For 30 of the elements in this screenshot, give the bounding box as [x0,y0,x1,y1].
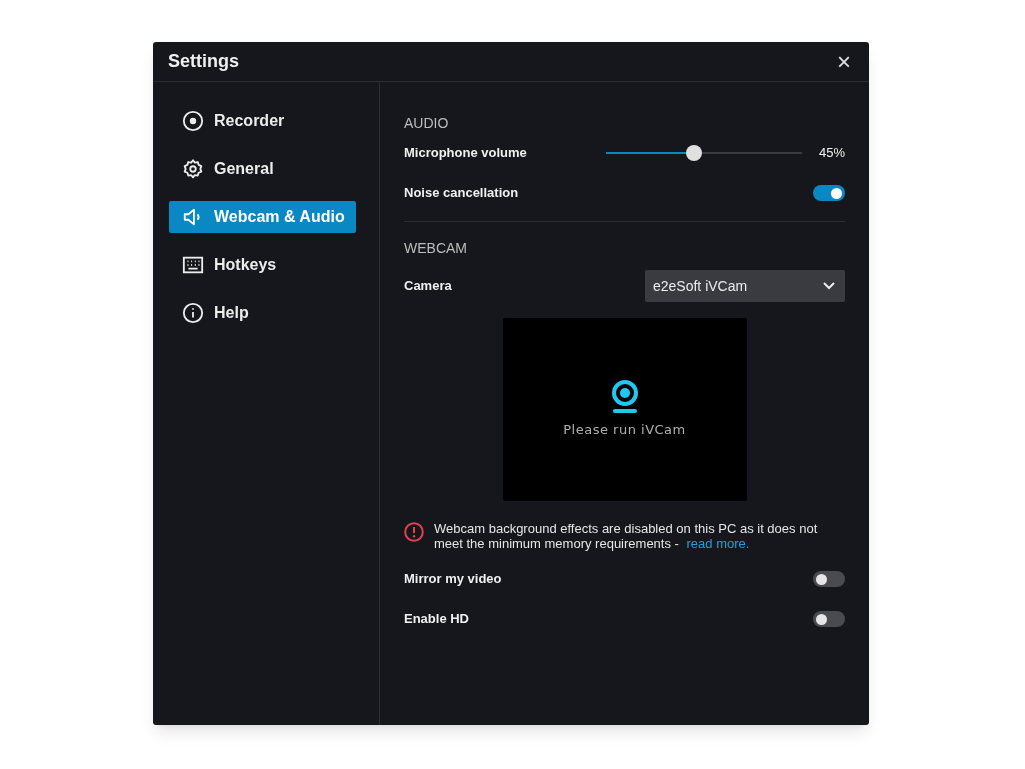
setting-label: Mirror my video [404,570,503,589]
sidebar-item[interactable]: Hotkeys [169,249,356,281]
warning-message: Webcam background effects are disabled on this PC as it does not meet the minimum memory requirements - read more. [434,521,819,551]
sidebar-item[interactable]: General [169,153,356,185]
close-button[interactable]: × [834,49,854,74]
camera-dropdown[interactable]: e2eSoft iVCam [645,270,845,302]
info-icon [182,302,204,324]
volume-slider[interactable] [606,145,802,161]
read-more-link[interactable]: read more. [686,536,750,551]
record-icon [182,110,204,132]
setting-label: Camera [404,277,452,296]
setting-label: Noise cancellation [404,184,520,203]
section-heading: AUDIO [404,114,450,133]
sidebar-item[interactable]: Recorder [169,105,356,137]
volume-reading: 45% [817,144,845,163]
toggle-switch[interactable] [813,611,845,627]
section-heading: WEBCAM [404,239,468,258]
chevron-down-icon [823,282,835,290]
setting-label: Microphone volume [404,144,528,163]
sidebar-item[interactable]: Webcam & Audio [169,201,356,233]
setting-label: Enable HD [404,610,470,629]
toggle-switch[interactable] [813,571,845,587]
warning-icon [404,522,424,542]
window-title: Settings [168,50,239,73]
keyboard-icon [182,254,204,276]
toggle-switch[interactable] [813,185,845,201]
preview-message: Please run iVCam [563,421,686,439]
settings-icon [182,158,204,180]
sidebar-item[interactable]: Help [169,297,356,329]
webcam-icon [610,380,639,414]
